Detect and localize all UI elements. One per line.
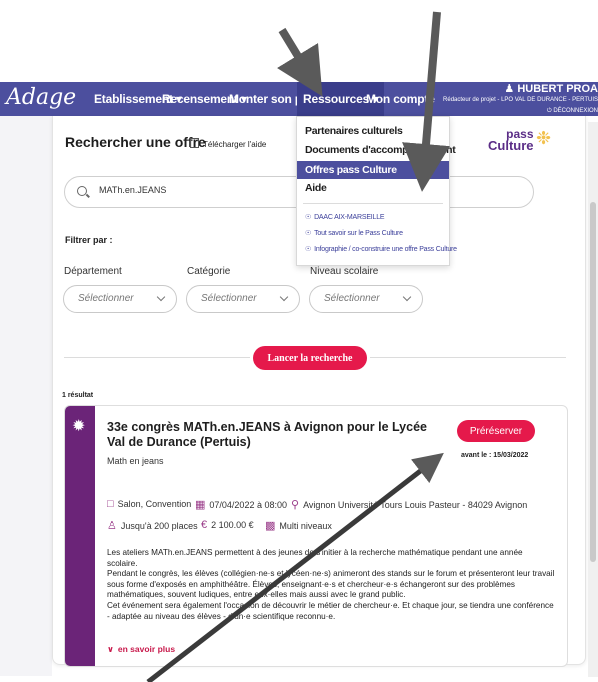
arrow-prereserver — [146, 452, 444, 682]
arrow-offres — [402, 11, 450, 192]
arrow-ressources — [277, 27, 323, 97]
annotation-arrows — [146, 11, 450, 682]
